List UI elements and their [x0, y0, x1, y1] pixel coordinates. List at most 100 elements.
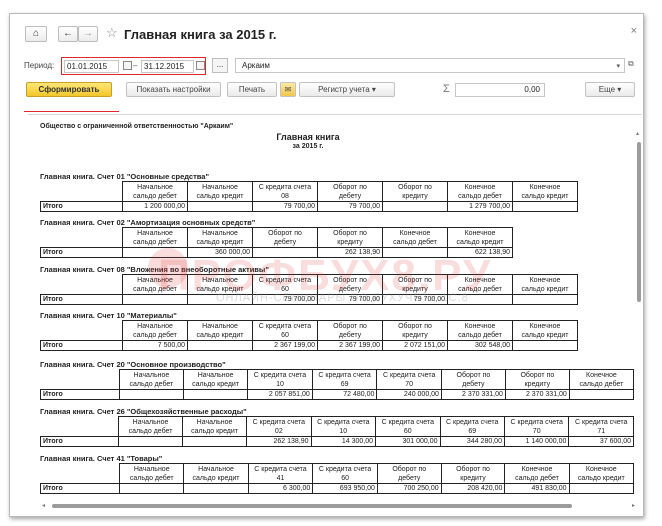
vertical-scrollbar[interactable]: ▴: [636, 130, 642, 502]
column-header: Оборот по дебету: [317, 181, 383, 202]
total-value-cell[interactable]: [118, 389, 184, 400]
dropdown-icon[interactable]: ▾: [616, 60, 620, 73]
generate-button[interactable]: Сформировать: [26, 82, 112, 97]
total-value-cell[interactable]: 1 279 700,00: [447, 201, 513, 212]
total-value-cell[interactable]: [187, 340, 253, 351]
total-value-cell[interactable]: 1 140 000,00: [503, 436, 570, 447]
total-value-cell[interactable]: 14 300,00: [310, 436, 377, 447]
total-value-cell[interactable]: 2 367 199,00: [317, 340, 383, 351]
total-value-cell[interactable]: 2 370 331,00: [504, 389, 570, 400]
total-value-cell[interactable]: [181, 436, 248, 447]
total-value-cell[interactable]: 491 830,00: [504, 483, 570, 494]
column-header: Начальное сальдо дебет: [122, 320, 188, 341]
report-area[interactable]: Общество с ограниченной ответственностью…: [28, 114, 642, 504]
calendar-icon[interactable]: [196, 61, 205, 70]
total-value-cell[interactable]: 344 280,00: [439, 436, 505, 447]
back-button[interactable]: ←: [58, 26, 78, 42]
total-value-cell[interactable]: [382, 201, 448, 212]
column-header: Начальное сальдо кредит: [187, 181, 253, 202]
column-header: Конечное сальдо дебет: [568, 369, 635, 390]
watermark-subtext: ОНЛАЙН-СЕМИНАРЫ ПО БУХУЧЕТУ 1С:8: [216, 292, 469, 304]
column-header: Оборот по кредиту: [440, 463, 506, 484]
organization-field[interactable]: Аркаим ▾: [235, 58, 625, 73]
total-value-cell[interactable]: [119, 483, 185, 494]
more-button[interactable]: Еще ▾: [585, 82, 635, 97]
total-value-cell[interactable]: 6 300,00: [247, 483, 314, 494]
total-value-cell[interactable]: 72 480,00: [311, 389, 378, 400]
forward-button[interactable]: →: [78, 26, 98, 42]
period-from-input[interactable]: 01.01.2015: [64, 60, 119, 73]
table-header-row: Начальное сальдо дебет Начальное сальдо к…: [40, 181, 578, 202]
column-header: С кредита счета 70: [503, 416, 570, 437]
total-value-cell[interactable]: 240 000,00: [376, 389, 442, 400]
column-header: Начальное сальдо дебет: [118, 416, 183, 437]
table-row: Итого 7 500,00 2 367 199,00 2 367 199,00 2 0…: [40, 340, 578, 351]
home-icon[interactable]: ⌂: [25, 26, 47, 42]
total-label: Итого: [40, 389, 120, 400]
accounting-register-button[interactable]: Регистр учета ▾: [299, 82, 395, 97]
total-value-cell[interactable]: [568, 389, 635, 400]
ledger-table: Начальное сальдо дебет Начальное сальдо к…: [40, 369, 635, 400]
total-value-cell[interactable]: [512, 294, 578, 305]
total-value-cell[interactable]: 7 500,00: [122, 340, 188, 351]
total-value-cell[interactable]: 2 057 851,00: [247, 389, 313, 400]
total-value-cell[interactable]: 2 370 331,00: [440, 389, 506, 400]
total-value-cell[interactable]: 208 420,00: [440, 483, 506, 494]
mail-icon[interactable]: ✉: [280, 82, 296, 97]
total-value-cell[interactable]: [568, 483, 635, 494]
total-value-cell[interactable]: 693 950,00: [312, 483, 378, 494]
column-header: Начальное сальдо кредит: [183, 463, 249, 484]
horizontal-scroll-thumb[interactable]: [52, 504, 572, 508]
register-label: Регистр учета: [318, 85, 370, 94]
total-value-cell[interactable]: [187, 201, 253, 212]
total-label: Итого: [40, 247, 123, 258]
column-header: С кредита счета 60: [312, 463, 378, 484]
table-row: Итого 6 300,00 693 950,00 700 250,00 208 420…: [39, 483, 635, 494]
column-header: Конечное сальдо дебет: [504, 463, 570, 484]
total-value-cell[interactable]: [183, 483, 249, 494]
column-header: Начальное сальдо кредит: [182, 369, 249, 390]
total-value-cell[interactable]: [512, 340, 578, 351]
ledger-section: Главная книга. Счет 01 "Основные средств…: [40, 172, 578, 212]
column-header: С кредита счета 71: [568, 416, 634, 437]
total-value-cell[interactable]: 79 700,00: [252, 201, 318, 212]
open-icon[interactable]: ⧉: [628, 59, 634, 69]
total-value-cell[interactable]: [182, 389, 249, 400]
total-value-cell[interactable]: 2 072 151,00: [382, 340, 448, 351]
total-value-cell[interactable]: 79 700,00: [317, 201, 383, 212]
close-icon[interactable]: ×: [631, 25, 637, 37]
header-blank-cell: [40, 227, 123, 248]
column-header: С кредита счета 41: [247, 463, 314, 484]
total-value-cell[interactable]: 700 250,00: [376, 483, 442, 494]
table-row: Итого 2 057 851,00 72 480,00 240 000,00 2 37…: [40, 389, 635, 400]
total-value-cell[interactable]: 1 200 000,00: [122, 201, 188, 212]
column-header: Оборот по кредиту: [382, 320, 448, 341]
scroll-right-icon[interactable]: ▸: [632, 502, 635, 509]
print-button[interactable]: Печать: [227, 82, 277, 97]
header-blank-cell: [40, 369, 120, 390]
period-to-input[interactable]: 31.12.2015: [141, 60, 194, 73]
column-header: Начальное сальдо дебет: [122, 227, 188, 248]
total-value-cell[interactable]: [118, 436, 183, 447]
show-settings-button[interactable]: Показать настройки: [126, 82, 221, 97]
total-value-cell[interactable]: [512, 201, 578, 212]
column-header: Оборот по кредиту: [504, 369, 570, 390]
section-title: Главная книга. Счет 01 "Основные средств…: [40, 172, 210, 181]
period-select-button[interactable]: ...: [212, 58, 228, 73]
total-value-cell[interactable]: 2 367 199,00: [252, 340, 318, 351]
column-header: С кредита счета 60: [252, 320, 318, 341]
vertical-scroll-thumb[interactable]: [637, 142, 641, 302]
table-header-row: Начальное сальдо дебет Начальное сальдо к…: [40, 463, 635, 484]
section-title: Главная книга. Счет 26 "Общехозяйственны…: [40, 407, 247, 416]
total-value-cell[interactable]: 37 600,00: [568, 436, 634, 447]
calendar-icon[interactable]: [123, 61, 132, 70]
total-value-cell[interactable]: 301 000,00: [375, 436, 441, 447]
table-header-row: Начальное сальдо дебет Начальное сальдо к…: [40, 416, 634, 437]
scroll-up-icon[interactable]: ▴: [636, 130, 639, 137]
total-value-cell[interactable]: 302 548,00: [447, 340, 513, 351]
total-value-cell[interactable]: 262 138,90: [246, 436, 312, 447]
scroll-left-icon[interactable]: ◂: [42, 502, 45, 509]
favorite-star-icon[interactable]: ☆: [106, 25, 118, 41]
horizontal-scrollbar[interactable]: ◂ ▸: [42, 503, 635, 509]
column-header: Оборот по кредиту: [382, 181, 448, 202]
